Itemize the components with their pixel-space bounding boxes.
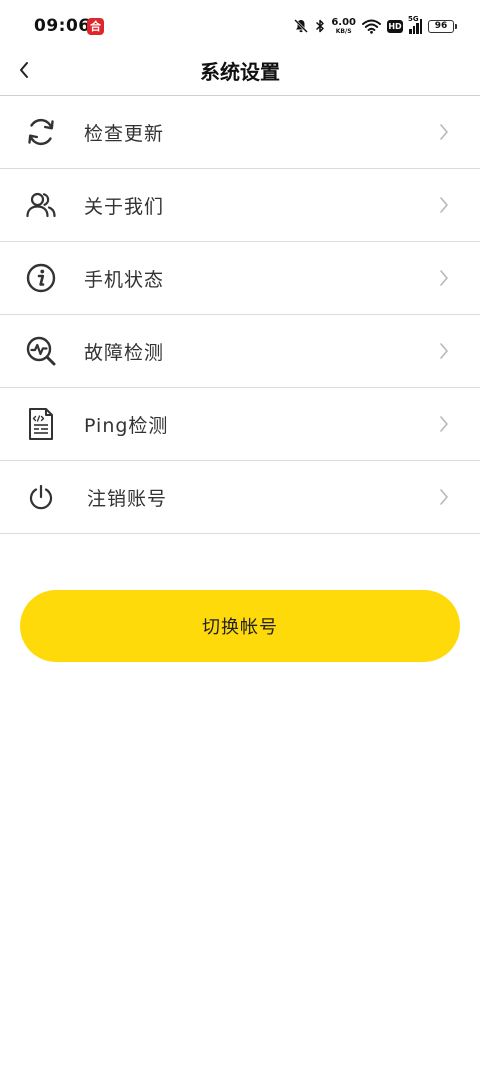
app-notification-icon: 合 xyxy=(87,18,104,35)
status-indicators: 6.00 KB/S HD 5G 96 xyxy=(293,15,457,37)
info-icon xyxy=(24,261,58,295)
menu-item-label: Ping检测 xyxy=(84,414,169,437)
hd-voice-icon: HD xyxy=(387,19,403,33)
power-icon xyxy=(24,480,58,514)
wifi-icon xyxy=(362,19,381,34)
page-title: 系统设置 xyxy=(200,60,280,84)
menu-item-label: 检查更新 xyxy=(84,122,165,145)
status-time: 09:06 xyxy=(34,16,91,36)
network-speed: 6.00 KB/S xyxy=(331,16,356,35)
chevron-right-icon xyxy=(440,197,448,213)
switch-account-button[interactable]: 切换帐号 xyxy=(20,590,460,662)
menu-item-about-us[interactable]: 关于我们 xyxy=(0,169,480,242)
page-header: 系统设置 xyxy=(0,52,480,96)
menu-item-label: 手机状态 xyxy=(84,268,165,291)
bluetooth-icon xyxy=(315,18,325,34)
chevron-right-icon xyxy=(440,489,448,505)
diagnostic-search-icon xyxy=(24,334,58,368)
network-speed-unit: KB/S xyxy=(335,27,352,35)
users-icon xyxy=(24,188,58,222)
menu-item-cancel-account[interactable]: 注销账号 xyxy=(0,461,480,534)
mute-bell-icon xyxy=(293,18,309,34)
settings-menu: 检查更新 关于我们 手机状态 故障检测 Ping检测 注销账号 xyxy=(0,96,480,534)
menu-item-label: 关于我们 xyxy=(84,195,165,218)
signal-type-label: 5G xyxy=(408,15,419,23)
menu-item-label: 注销账号 xyxy=(87,487,168,510)
chevron-right-icon xyxy=(440,343,448,359)
chevron-right-icon xyxy=(440,270,448,286)
menu-item-check-update[interactable]: 检查更新 xyxy=(0,96,480,169)
battery-icon: 96 xyxy=(428,19,457,33)
menu-item-fault-detection[interactable]: 故障检测 xyxy=(0,315,480,388)
status-bar: 09:06 合 6.00 KB/S HD 5G 96 xyxy=(0,0,480,52)
network-speed-value: 6.00 xyxy=(331,16,356,28)
menu-item-ping-test[interactable]: Ping检测 xyxy=(0,388,480,461)
menu-item-phone-status[interactable]: 手机状态 xyxy=(0,242,480,315)
menu-item-label: 故障检测 xyxy=(84,341,165,364)
chevron-right-icon xyxy=(440,416,448,432)
cellular-signal-icon: 5G xyxy=(408,15,422,34)
code-document-icon xyxy=(24,407,58,441)
refresh-icon xyxy=(24,115,58,149)
chevron-right-icon xyxy=(440,124,448,140)
